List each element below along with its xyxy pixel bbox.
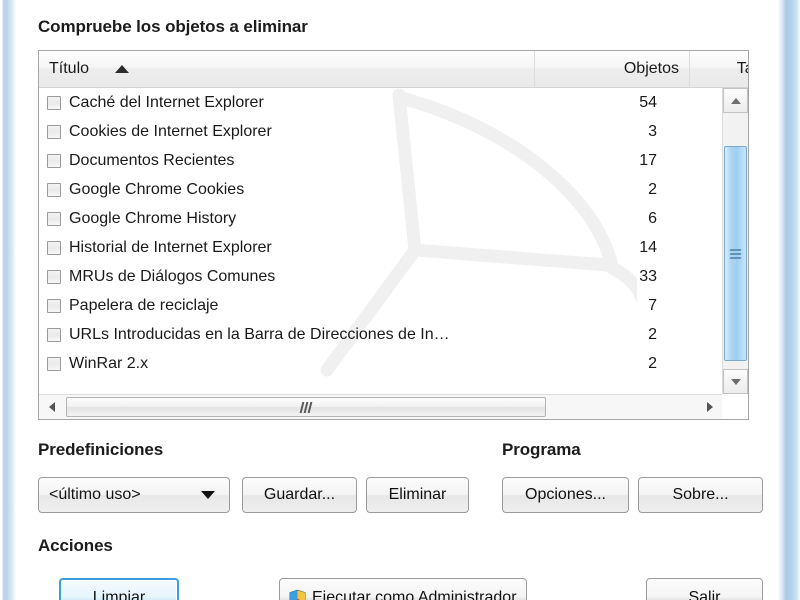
about-button[interactable]: Sobre... xyxy=(638,477,763,513)
clean-button[interactable]: Limpiar xyxy=(59,578,179,600)
exit-button-label: Salir xyxy=(688,589,721,600)
row-objects-count: 2 xyxy=(648,180,657,198)
scrollbar-grip-icon xyxy=(299,401,313,413)
list-rows: Caché del Internet Explorer 54 Cookies de … xyxy=(39,88,748,378)
exit-button[interactable]: Salir xyxy=(646,578,763,600)
row-title: Google Chrome History xyxy=(69,209,237,227)
run-as-administrator-button[interactable]: Ejecutar como Administrador xyxy=(279,578,527,600)
table-row[interactable]: Google Chrome History689 xyxy=(39,204,748,233)
preset-select-value: <último uso> xyxy=(49,486,141,503)
delete-preset-button-label: Eliminar xyxy=(388,486,447,503)
row-title: Cookies de Internet Explorer xyxy=(69,122,272,140)
list-body: Caché del Internet Explorer 54 Cookies de … xyxy=(39,88,748,419)
checkbox-icon xyxy=(47,95,61,110)
row-title: URLs Introducidas en la Barra de Direcci… xyxy=(69,325,450,343)
save-preset-button[interactable]: Guardar... xyxy=(242,477,357,513)
application-window: Compruebe los objetos a eliminar Título … xyxy=(0,0,800,600)
checkbox-icon xyxy=(47,298,61,313)
list-vertical-scrollbar[interactable] xyxy=(722,88,748,394)
sort-ascending-icon xyxy=(115,65,130,73)
window-border-left xyxy=(0,0,15,600)
checkbox-icon xyxy=(47,153,61,168)
row-checkbox[interactable] xyxy=(39,269,69,284)
row-checkbox[interactable] xyxy=(39,153,69,168)
objects-section-heading: Compruebe los objetos a eliminar xyxy=(38,17,308,36)
actions-section-heading: Acciones xyxy=(38,536,113,555)
uac-shield-icon xyxy=(289,589,306,600)
row-objects-count: 2 xyxy=(648,354,657,372)
row-objects-count: 33 xyxy=(639,267,657,285)
row-title: Papelera de reciclaje xyxy=(69,296,219,314)
table-row[interactable]: WinRar 2.x22 xyxy=(39,349,748,378)
column-header-objects[interactable]: Objetos xyxy=(534,51,689,87)
column-header-title-label: Título xyxy=(49,60,90,77)
row-objects-count: 2 xyxy=(648,325,657,343)
list-header-row: Título Objetos Tar xyxy=(39,51,748,88)
checkbox-icon xyxy=(47,182,61,197)
table-row[interactable]: Cookies de Internet Explorer32 xyxy=(39,117,748,146)
client-area: Compruebe los objetos a eliminar Título … xyxy=(15,0,778,600)
row-title: Caché del Internet Explorer xyxy=(69,93,264,111)
row-checkbox[interactable] xyxy=(39,356,69,371)
row-checkbox[interactable] xyxy=(39,95,69,110)
save-preset-button-label: Guardar... xyxy=(263,486,336,503)
options-button[interactable]: Opciones... xyxy=(502,477,629,513)
preset-select[interactable]: <último uso> xyxy=(38,477,230,513)
checkbox-icon xyxy=(47,240,61,255)
chevron-down-icon xyxy=(201,491,215,499)
row-objects-count: 3 xyxy=(648,122,657,140)
table-row[interactable]: Historial de Internet Explorer 14 xyxy=(39,233,748,262)
row-objects-count: 54 xyxy=(639,93,657,111)
row-title: Google Chrome Cookies xyxy=(69,180,245,198)
list-horizontal-scrollbar[interactable] xyxy=(39,394,722,419)
row-checkbox[interactable] xyxy=(39,327,69,342)
vertical-scrollbar-thumb[interactable] xyxy=(724,146,747,361)
column-header-title[interactable]: Título xyxy=(39,51,534,87)
row-objects-count: 14 xyxy=(639,238,657,256)
checkbox-icon xyxy=(47,211,61,226)
scroll-right-arrow-icon[interactable] xyxy=(697,395,722,419)
program-section-heading: Programa xyxy=(502,440,581,459)
run-as-administrator-button-label: Ejecutar como Administrador xyxy=(312,589,517,600)
table-row[interactable]: Google Chrome Cookies23 xyxy=(39,175,748,204)
scroll-left-arrow-icon[interactable] xyxy=(39,395,64,419)
row-checkbox[interactable] xyxy=(39,182,69,197)
column-header-size-label: Tar xyxy=(736,60,748,77)
horizontal-scrollbar-thumb[interactable] xyxy=(66,397,546,417)
scroll-down-arrow-icon[interactable] xyxy=(723,369,748,394)
clean-button-label: Limpiar xyxy=(92,589,146,600)
scroll-up-arrow-icon[interactable] xyxy=(723,88,748,113)
checkbox-icon xyxy=(47,124,61,139)
objects-list-view[interactable]: Título Objetos Tar xyxy=(38,50,749,420)
row-objects-count: 6 xyxy=(648,209,657,227)
row-title: Documentos Recientes xyxy=(69,151,235,169)
row-objects-count: 7 xyxy=(648,296,657,314)
checkbox-icon xyxy=(47,269,61,284)
checkbox-icon xyxy=(47,356,61,371)
column-header-size[interactable]: Tar xyxy=(689,51,748,87)
table-row[interactable]: Papelera de reciclaje71 xyxy=(39,291,748,320)
row-checkbox[interactable] xyxy=(39,124,69,139)
delete-preset-button[interactable]: Eliminar xyxy=(366,477,469,513)
row-title: WinRar 2.x xyxy=(69,354,149,372)
options-button-label: Opciones... xyxy=(525,486,606,503)
row-checkbox[interactable] xyxy=(39,240,69,255)
presets-section-heading: Predefiniciones xyxy=(38,440,164,459)
scrollbar-grip-icon xyxy=(729,247,742,261)
checkbox-icon xyxy=(47,327,61,342)
window-border-right xyxy=(778,0,800,600)
row-title: Historial de Internet Explorer xyxy=(69,238,272,256)
table-row[interactable]: MRUs de Diálogos Comunes 33 xyxy=(39,262,748,291)
table-row[interactable]: URLs Introducidas en la Barra de Direcci… xyxy=(39,320,748,349)
row-objects-count: 17 xyxy=(639,151,657,169)
about-button-label: Sobre... xyxy=(672,486,729,503)
row-checkbox[interactable] xyxy=(39,211,69,226)
row-checkbox[interactable] xyxy=(39,298,69,313)
table-row[interactable]: Caché del Internet Explorer 54 xyxy=(39,88,748,117)
table-row[interactable]: Documentos Recientes176 xyxy=(39,146,748,175)
column-header-objects-label: Objetos xyxy=(623,60,679,77)
row-title: MRUs de Diálogos Comunes xyxy=(69,267,276,285)
